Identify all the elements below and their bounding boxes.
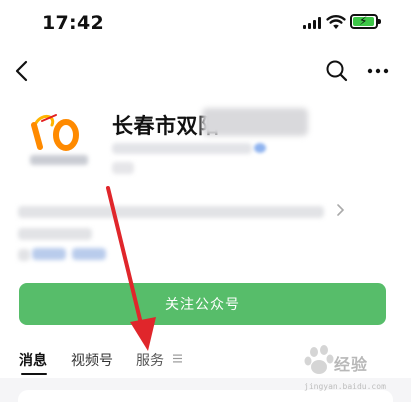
status-time: 17:42 — [42, 12, 104, 34]
name-redacted — [202, 108, 308, 136]
signal-icon — [303, 17, 321, 29]
description-redacted-line-1 — [18, 206, 324, 218]
account-avatar[interactable] — [22, 103, 102, 183]
search-icon[interactable] — [324, 58, 350, 84]
back-arrow-icon[interactable] — [10, 58, 36, 84]
active-tab-indicator — [21, 373, 47, 375]
chevron-right-icon[interactable] — [333, 203, 347, 217]
location-redacted — [112, 162, 134, 174]
tab-messages[interactable]: 消息 — [19, 350, 47, 370]
verified-badge-icon — [254, 143, 266, 153]
account-subject-redacted — [112, 143, 252, 154]
description-redacted-line-2 — [18, 228, 92, 240]
tag-redacted-1[interactable] — [32, 248, 66, 260]
account-logo-icon — [30, 114, 88, 165]
wifi-icon — [326, 15, 346, 29]
tab-video-channel[interactable]: 视频号 — [71, 350, 113, 370]
watermark-url: jingyan.baidu.com — [304, 382, 386, 391]
tag-redacted-2[interactable] — [72, 248, 106, 260]
follow-account-button[interactable]: 关注公众号 — [19, 283, 386, 325]
battery-charging-icon: ⚡ — [350, 14, 381, 29]
more-icon[interactable] — [366, 60, 390, 82]
menu-icon[interactable] — [173, 354, 182, 363]
watermark-text: 经验 — [334, 355, 369, 374]
description-redacted-line-3 — [18, 249, 30, 261]
tab-services[interactable]: 服务 — [136, 350, 164, 370]
